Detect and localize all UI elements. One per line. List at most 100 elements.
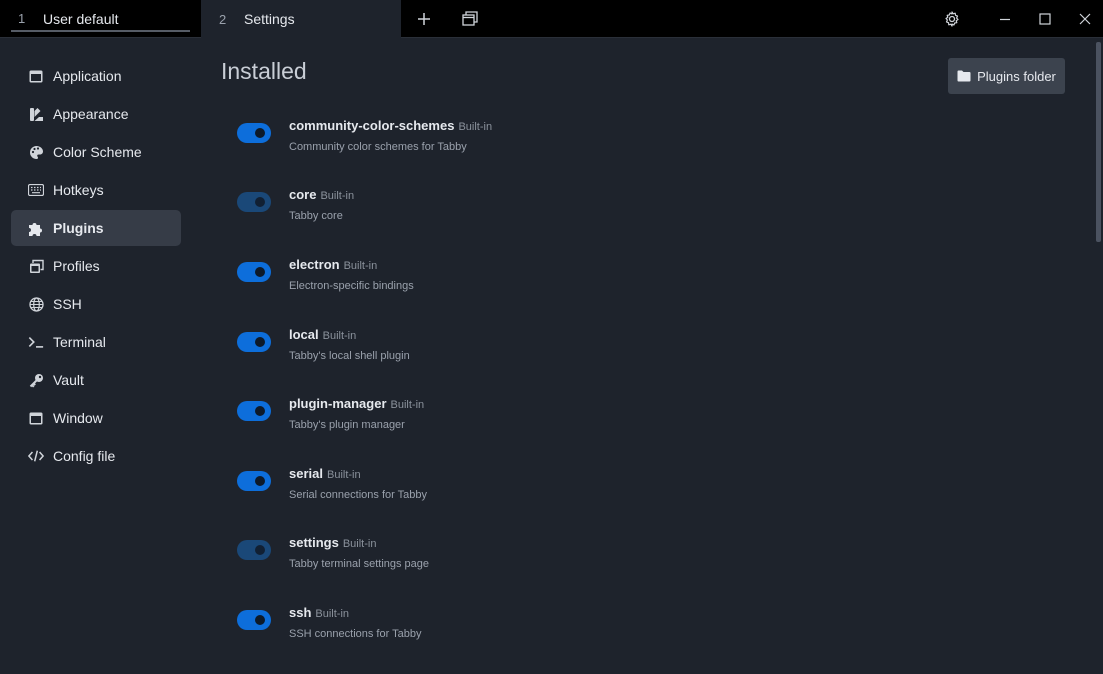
- plugin-name: core Built-in: [289, 187, 355, 202]
- plugin-name: ssh Built-in: [289, 605, 350, 620]
- toggle-knob: [255, 337, 265, 347]
- plugin-row: core Built-in Tabby core: [237, 187, 937, 237]
- sidebar-item-label: SSH: [53, 296, 82, 312]
- palette-swatch-icon: [28, 106, 44, 122]
- sidebar-item-label: Terminal: [53, 334, 106, 350]
- tab-settings[interactable]: 2 Settings: [201, 0, 401, 38]
- plugin-badge: Built-in: [320, 190, 355, 202]
- sidebar-item-label: Window: [53, 410, 103, 426]
- toggle-knob: [255, 545, 265, 555]
- sidebar-item-label: Plugins: [53, 220, 104, 236]
- terminal-icon: [28, 334, 44, 350]
- page-title: Installed: [221, 58, 307, 84]
- plugin-description: SSH connections for Tabby: [289, 628, 422, 640]
- plugin-description: Tabby terminal settings page: [289, 558, 430, 570]
- settings-button[interactable]: [929, 0, 975, 37]
- tab-number: 1: [18, 11, 26, 26]
- sidebar-item-label: Appearance: [53, 106, 129, 122]
- sidebar-item-plugins[interactable]: Plugins: [11, 210, 181, 246]
- plugin-name: serial Built-in: [289, 466, 361, 481]
- maximize-icon: [1039, 12, 1051, 25]
- globe-icon: [28, 296, 44, 312]
- plugin-toggle: [237, 540, 271, 560]
- sidebar-item-ssh[interactable]: SSH: [11, 286, 181, 322]
- sidebar-item-label: Profiles: [53, 258, 100, 274]
- sidebar-item-color-scheme[interactable]: Color Scheme: [11, 134, 181, 170]
- plugin-row: electron Built-in Electron-specific bindi…: [237, 257, 937, 307]
- plugin-row: plugin-manager Built-in Tabby's plugin ma…: [237, 396, 937, 446]
- toggle-knob: [255, 267, 265, 277]
- plugin-badge: Built-in: [342, 538, 377, 550]
- minimize-icon: [1000, 18, 1010, 20]
- settings-sidebar: Application Appearance Color Scheme Hotk…: [0, 38, 200, 674]
- new-tab-button[interactable]: [401, 0, 447, 37]
- key-icon: [28, 372, 44, 388]
- close-icon: [1079, 13, 1091, 24]
- plugin-description: Electron-specific bindings: [289, 280, 414, 292]
- plugin-description: Community color schemes for Tabby: [289, 141, 467, 153]
- sidebar-item-label: Vault: [53, 372, 84, 388]
- plugin-name: plugin-manager Built-in: [289, 396, 425, 411]
- tab-title: Settings: [244, 11, 295, 27]
- window-stack-icon: [462, 11, 478, 26]
- plus-icon: [418, 12, 430, 25]
- sidebar-item-label: Color Scheme: [53, 144, 142, 160]
- sidebar-item-profiles[interactable]: Profiles: [11, 248, 181, 284]
- plugin-toggle[interactable]: [237, 123, 271, 143]
- toggle-knob: [255, 406, 265, 416]
- sidebar-item-appearance[interactable]: Appearance: [11, 96, 181, 132]
- plugin-badge: Built-in: [326, 469, 361, 481]
- plugins-folder-button[interactable]: Plugins folder: [948, 58, 1065, 94]
- plugin-description: Tabby core: [289, 210, 343, 222]
- plugin-name: settings Built-in: [289, 535, 377, 550]
- plugin-name: community-color-schemes Built-in: [289, 118, 493, 133]
- sidebar-item-vault[interactable]: Vault: [11, 362, 181, 398]
- toggle-knob: [255, 615, 265, 625]
- palette-icon: [28, 144, 44, 160]
- gear-icon: [945, 10, 959, 27]
- sidebar-item-label: Application: [53, 68, 122, 84]
- plugin-row: ssh Built-in SSH connections for Tabby: [237, 605, 937, 655]
- sidebar-item-terminal[interactable]: Terminal: [11, 324, 181, 360]
- plugin-description: Serial connections for Tabby: [289, 489, 427, 501]
- plugin-toggle[interactable]: [237, 610, 271, 630]
- toggle-knob: [255, 197, 265, 207]
- puzzle-icon: [28, 220, 44, 236]
- plugin-badge: Built-in: [343, 260, 378, 272]
- plugins-folder-label: Plugins folder: [977, 68, 1056, 84]
- tab-underline: [11, 30, 190, 32]
- plugin-badge: Built-in: [315, 608, 350, 620]
- plugin-toggle[interactable]: [237, 471, 271, 491]
- sidebar-item-application[interactable]: Application: [11, 58, 181, 94]
- folder-icon: [957, 70, 971, 82]
- plugin-row: settings Built-in Tabby terminal settings…: [237, 535, 937, 585]
- plugin-toggle[interactable]: [237, 332, 271, 352]
- plugin-name: local Built-in: [289, 327, 357, 342]
- tab-title: User default: [43, 10, 119, 27]
- keyboard-icon: [28, 182, 44, 198]
- sidebar-item-config-file[interactable]: Config file: [11, 438, 181, 474]
- tab-user-default[interactable]: 1 User default: [0, 0, 201, 37]
- code-icon: [28, 448, 44, 464]
- plugin-description: Tabby's local shell plugin: [289, 350, 410, 362]
- title-bar: 1 User default 2 Settings: [0, 0, 1103, 38]
- plugin-badge: Built-in: [390, 399, 425, 411]
- plugins-page: Installed Plugins folder community-color…: [201, 38, 1093, 674]
- scrollbar-thumb[interactable]: [1096, 42, 1101, 242]
- plugin-description: Tabby's plugin manager: [289, 419, 405, 431]
- sidebar-item-window[interactable]: Window: [11, 400, 181, 436]
- sidebar-item-hotkeys[interactable]: Hotkeys: [11, 172, 181, 208]
- plugin-toggle[interactable]: [237, 401, 271, 421]
- main-scrollbar[interactable]: [1095, 38, 1103, 674]
- plugin-badge: Built-in: [322, 330, 357, 342]
- tab-number: 2: [219, 11, 227, 27]
- plugin-badge: Built-in: [458, 121, 493, 133]
- window-icon: [28, 68, 44, 84]
- plugin-row: local Built-in Tabby's local shell plugin: [237, 327, 937, 377]
- sidebar-item-label: Hotkeys: [53, 182, 104, 198]
- tabs-menu-button[interactable]: [447, 0, 493, 37]
- close-button[interactable]: [1062, 0, 1103, 37]
- plugin-name: electron Built-in: [289, 257, 378, 272]
- window-icon: [28, 410, 44, 426]
- plugin-toggle[interactable]: [237, 262, 271, 282]
